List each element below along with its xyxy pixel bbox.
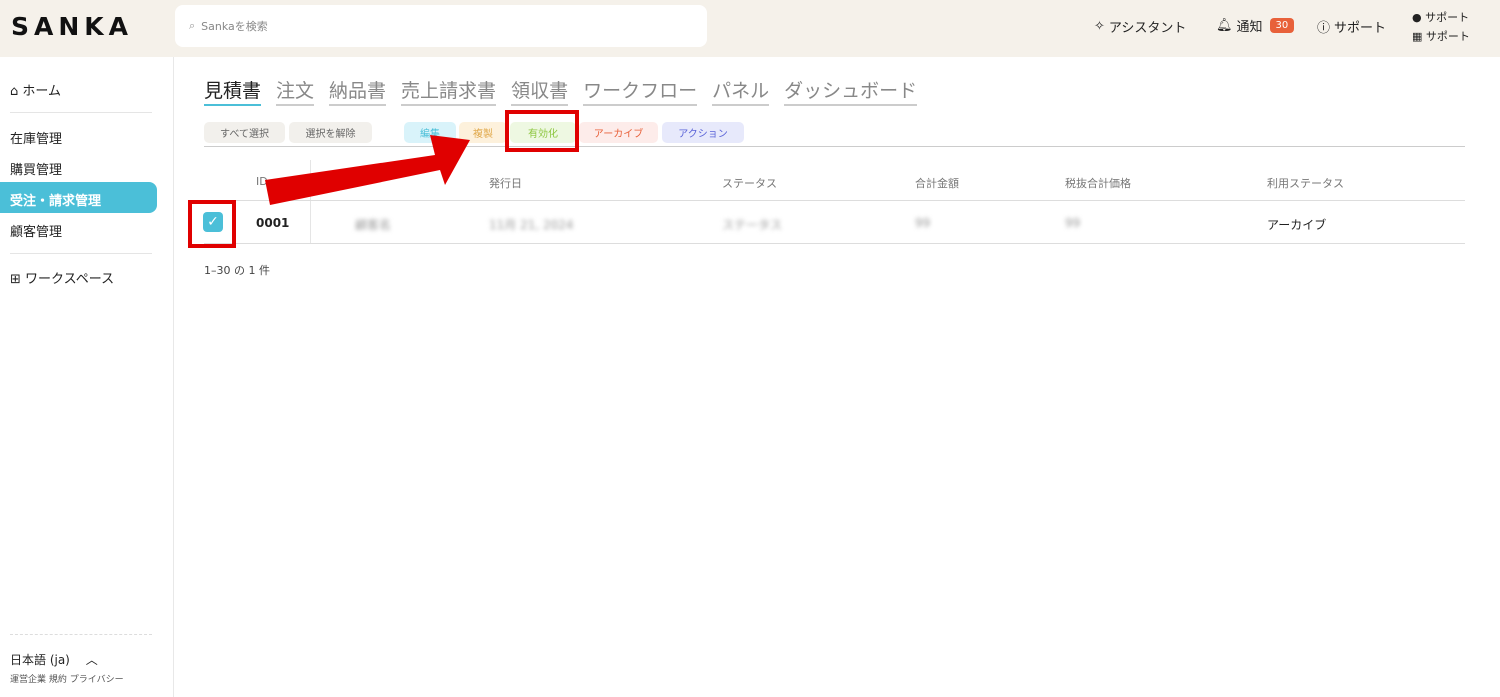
- sidebar-item-workspace[interactable]: ⊞ ワークスペース: [10, 268, 114, 287]
- tab-panel[interactable]: パネル: [712, 76, 770, 106]
- action-button[interactable]: アクション: [662, 122, 744, 143]
- language-selector[interactable]: 日本語 (ja) ︿: [10, 651, 98, 668]
- privacy-link[interactable]: プライバシー: [70, 675, 124, 685]
- column-header-status[interactable]: ステータス: [722, 175, 777, 191]
- assistant-button[interactable]: ✧ アシスタント: [1094, 17, 1186, 36]
- column-header-total[interactable]: 合計金額: [915, 175, 959, 191]
- tab-workflow[interactable]: ワークフロー: [583, 76, 698, 106]
- sidebar-item-purchasing[interactable]: 購買管理: [10, 159, 62, 178]
- terms-link[interactable]: 規約: [49, 675, 67, 685]
- arrow-icon: [265, 135, 470, 205]
- cell-status: ステータス: [722, 218, 783, 232]
- column-header-subtotal[interactable]: 税抜合計価格: [1065, 175, 1131, 191]
- search-input[interactable]: ⌕ Sankaを検索: [175, 5, 707, 47]
- tab-delivery-notes[interactable]: 納品書: [329, 76, 387, 106]
- notifications-button[interactable]: 🔔︎ 通知 30: [1216, 16, 1295, 35]
- user-icon: ●: [1412, 11, 1422, 24]
- sidebar-item-customers[interactable]: 顧客管理: [10, 221, 62, 240]
- user-menu[interactable]: ● サポート ▦ サポート: [1412, 8, 1470, 46]
- sidebar-item-orders[interactable]: 受注・請求管理: [0, 182, 157, 213]
- divider: [204, 243, 1465, 244]
- tab-orders[interactable]: 注文: [276, 76, 315, 106]
- highlight-box-activate: [505, 110, 579, 152]
- column-header-issue-date[interactable]: 発行日: [489, 175, 522, 191]
- tab-dashboard[interactable]: ダッシュボード: [784, 76, 918, 106]
- home-icon: ⌂: [10, 84, 19, 99]
- bell-icon: 🔔︎: [1216, 18, 1233, 33]
- logo[interactable]: SANKA: [11, 12, 133, 41]
- grid-icon: ⊞: [10, 272, 21, 287]
- divider: [10, 253, 152, 254]
- column-header-usage-status[interactable]: 利用ステータス: [1267, 175, 1344, 191]
- arrow-annotation: [265, 135, 470, 205]
- notification-badge: 30: [1269, 18, 1295, 33]
- pagination-info: 1–30 の 1 件: [204, 264, 270, 277]
- tab-bar: 見積書 注文 納品書 売上請求書 領収書 ワークフロー パネル ダッシュボード: [204, 76, 918, 106]
- magic-wand-icon: ✧: [1094, 19, 1105, 34]
- tab-receipts[interactable]: 領収書: [511, 76, 569, 106]
- org-icon: ▦: [1412, 30, 1423, 43]
- tab-invoices[interactable]: 売上請求書: [401, 76, 497, 106]
- sidebar: ⌂ ホーム 在庫管理 購買管理 受注・請求管理 顧客管理 ⊞ ワークスペース 日…: [0, 57, 174, 697]
- archive-button[interactable]: アーカイブ: [579, 122, 658, 143]
- cell-subtotal: 99: [1065, 216, 1081, 230]
- sidebar-item-inventory[interactable]: 在庫管理: [10, 128, 62, 147]
- top-header: SANKA ⌕ Sankaを検索 ✧ アシスタント 🔔︎ 通知 30 ⓘ サポート ● サ…: [0, 0, 1500, 57]
- tab-estimates[interactable]: 見積書: [204, 76, 262, 106]
- cell-usage-status: アーカイブ: [1267, 218, 1327, 232]
- company-link[interactable]: 運営企業: [10, 675, 46, 685]
- chevron-up-icon: ︿: [85, 653, 98, 667]
- highlight-box-checkbox: [188, 200, 236, 248]
- support-button[interactable]: ⓘ サポート: [1317, 17, 1386, 36]
- sidebar-item-home[interactable]: ⌂ ホーム: [10, 80, 61, 99]
- cell-total: 99: [915, 216, 931, 230]
- cell-date: 11月 21, 2024: [489, 218, 574, 232]
- divider: [10, 634, 152, 635]
- footer-links: 運営企業 規約 プライバシー: [10, 672, 124, 685]
- divider: [10, 112, 152, 113]
- search-icon: ⌕: [189, 19, 196, 32]
- help-icon: ⓘ: [1317, 21, 1331, 36]
